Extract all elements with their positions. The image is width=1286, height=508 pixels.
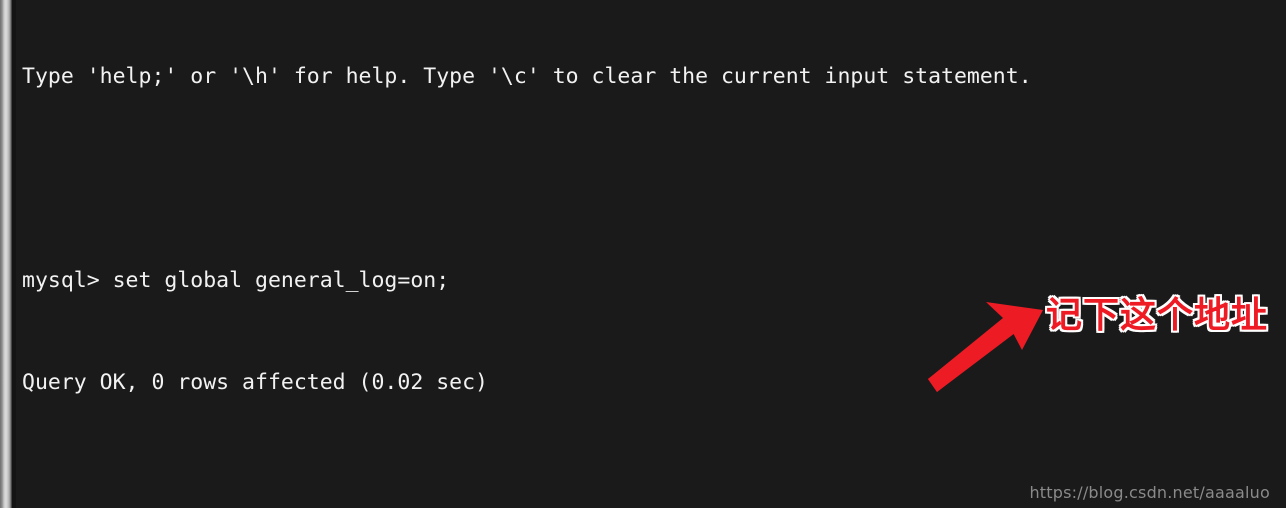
terminal-window: Type 'help;' or '\h' for help. Type '\c'… (0, 0, 1286, 508)
terminal-line-help: Type 'help;' or '\h' for help. Type '\c'… (22, 64, 1032, 89)
annotation-note-text: 记下这个地址 (1046, 295, 1269, 336)
watermark-url: https://blog.csdn.net/aaaaluo (1029, 483, 1270, 502)
window-left-border (12, 0, 16, 508)
terminal-output[interactable]: Type 'help;' or '\h' for help. Type '\c'… (22, 0, 1262, 508)
terminal-line-result-query-ok: Query OK, 0 rows affected (0.02 sec) (22, 370, 488, 395)
